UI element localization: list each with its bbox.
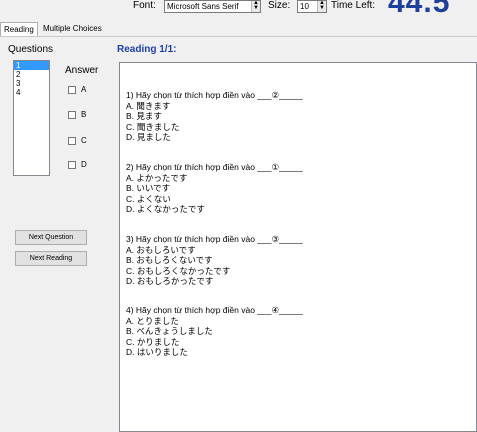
choice: C. おもしろくなかったです <box>126 265 231 276</box>
choice: A. よかったです <box>126 172 188 183</box>
choice: A. 聞きます <box>126 100 171 111</box>
answer-option-label: C <box>81 136 87 145</box>
font-label: Font: <box>133 0 156 11</box>
question-list-item[interactable]: 2 <box>14 70 49 79</box>
time-left-label: Time Left: <box>331 0 376 11</box>
choice: B. 見ます <box>126 111 162 121</box>
answer-title: Answer <box>65 65 99 76</box>
question-list-item[interactable]: 4 <box>14 88 49 97</box>
question-list[interactable]: 1 2 3 4 <box>13 60 50 176</box>
checkbox[interactable] <box>68 160 76 169</box>
question-stem: 3) Hãy chọn từ thích hợp điền vào ___③__… <box>126 234 303 244</box>
question-stem: 1) Hãy chọn từ thích hợp điền vào ___②__… <box>126 90 303 100</box>
choice: B. おもしろくないです <box>126 255 213 265</box>
answer-option-label: B <box>81 110 87 119</box>
font-select-value: Microsoft Sans Serif <box>167 2 239 11</box>
question-block: 4) Hãy chọn từ thích hợp điền vào ___④__… <box>126 305 303 358</box>
next-reading-button[interactable]: Next Reading <box>15 251 87 266</box>
reading-content[interactable]: 1) Hãy chọn từ thích hợp điền vào ___②__… <box>119 62 477 432</box>
choice: B. いいです <box>126 183 171 193</box>
choice: D. はいりました <box>126 347 188 357</box>
question-stem: 4) Hãy chọn từ thích hợp điền vào ___④__… <box>126 305 303 315</box>
tab-multiple-choices[interactable]: Multiple Choices <box>40 22 108 36</box>
choice: A. とりました <box>126 315 179 326</box>
tab-reading-label: Reading <box>4 25 34 34</box>
question-list-item[interactable]: 3 <box>14 79 49 88</box>
answer-option-d[interactable]: D <box>68 159 87 171</box>
question-block: 3) Hãy chọn từ thích hợp điền vào ___③__… <box>126 234 303 287</box>
checkbox[interactable] <box>68 110 76 119</box>
chevron-down-icon[interactable]: ▲ ▼ <box>251 1 260 12</box>
answer-option-b[interactable]: B <box>68 109 86 121</box>
checkbox[interactable] <box>68 85 76 94</box>
question-stem: 2) Hãy chọn từ thích hợp điền vào ___①__… <box>126 162 303 172</box>
choice: C. よくない <box>126 193 171 204</box>
size-stepper[interactable]: 10 ▲ ▼ <box>297 0 327 13</box>
answer-option-label: D <box>81 160 87 169</box>
font-select[interactable]: Microsoft Sans Serif ▲ ▼ <box>164 0 261 13</box>
answer-option-c[interactable]: C <box>68 135 87 147</box>
stepper-arrows-icon[interactable]: ▲ ▼ <box>317 1 326 12</box>
choice: C. かりました <box>126 336 180 347</box>
reading-title: Reading 1/1: <box>117 44 177 55</box>
choice: D. おもしろかったです <box>126 276 214 286</box>
size-label: Size: <box>268 0 291 11</box>
tab-multiple-choices-label: Multiple Choices <box>43 24 102 33</box>
choice: D. 見ました <box>126 132 171 142</box>
question-list-item[interactable]: 1 <box>14 61 49 70</box>
question-block: 2) Hãy chọn từ thích hợp điền vào ___①__… <box>126 162 303 215</box>
question-block: 1) Hãy chọn từ thích hợp điền vào ___②__… <box>126 90 303 143</box>
next-question-button[interactable]: Next Question <box>15 230 87 245</box>
choice: B. べんきょうしました <box>126 326 213 336</box>
answer-option-a[interactable]: A <box>68 84 86 96</box>
choice: A. おもしろいです <box>126 244 196 255</box>
toolbar: Font: Microsoft Sans Serif ▲ ▼ Size: 10 ▲… <box>0 0 477 19</box>
tab-reading[interactable]: Reading <box>0 22 38 36</box>
checkbox[interactable] <box>68 136 76 145</box>
answer-option-label: A <box>81 85 87 94</box>
choice: D. よくなかったです <box>126 204 205 214</box>
questions-title: Questions <box>8 44 54 55</box>
tab-divider <box>0 36 477 37</box>
time-left-value: 44.5 <box>388 0 451 19</box>
size-value: 10 <box>300 2 309 11</box>
choice: C. 聞きました <box>126 121 180 132</box>
